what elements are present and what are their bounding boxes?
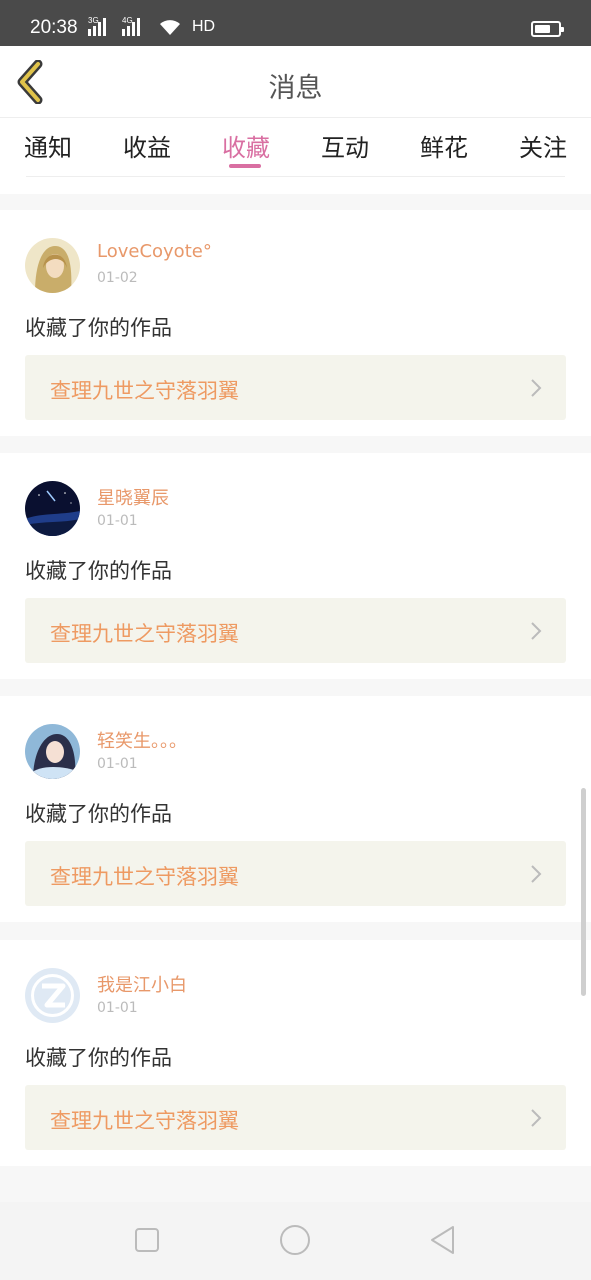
signal-icon: 4G [122, 16, 146, 36]
scrollbar[interactable] [581, 788, 586, 996]
work-title: 查理九世之守落羽翼 [50, 379, 239, 403]
tab-earnings[interactable]: 收益 [107, 128, 187, 163]
tab-bar: 通知 收益 收藏 互动 鲜花 关注 [0, 118, 591, 194]
chevron-right-icon [531, 622, 542, 640]
hd-label: HD [192, 18, 216, 35]
page-title: 消息 [268, 73, 323, 104]
system-nav-bar [0, 1202, 591, 1280]
work-title: 查理九世之守落羽翼 [50, 865, 239, 889]
chevron-right-icon [531, 379, 542, 397]
work-link[interactable]: 查理九世之守落羽翼 [25, 841, 566, 906]
list-item: LoveCoyote° 01-02 收藏了你的作品 查理九世之守落羽翼 [0, 210, 591, 436]
action-text: 收藏了你的作品 [25, 1046, 172, 1070]
wifi-icon [160, 20, 180, 35]
username[interactable]: 星晓翼辰 [97, 484, 169, 510]
divider [26, 176, 565, 177]
status-icons: 3G 4G HD [88, 16, 216, 36]
chevron-right-icon [531, 1109, 542, 1127]
work-title: 查理九世之守落羽翼 [50, 1109, 239, 1133]
action-text: 收藏了你的作品 [25, 802, 172, 826]
username[interactable]: LoveCoyote° [97, 241, 212, 262]
username[interactable]: 轻笑生。。。 [97, 727, 187, 753]
list-item: 轻笑生。。。 01-01 收藏了你的作品 查理九世之守落羽翼 [0, 696, 591, 922]
username[interactable]: 我是江小白 [97, 971, 187, 997]
action-text: 收藏了你的作品 [25, 559, 172, 583]
work-link[interactable]: 查理九世之守落羽翼 [25, 1085, 566, 1150]
timestamp: 01-02 [97, 270, 138, 286]
avatar[interactable] [25, 724, 80, 779]
status-bar: 20:38 3G 4G HD [0, 0, 591, 46]
signal-label: 4G [122, 16, 133, 25]
timestamp: 01-01 [97, 1000, 138, 1016]
header: 消息 [0, 46, 591, 118]
action-text: 收藏了你的作品 [25, 316, 172, 340]
work-title: 查理九世之守落羽翼 [50, 622, 239, 646]
avatar[interactable] [25, 968, 80, 1023]
tab-favorites[interactable]: 收藏 [206, 128, 286, 163]
tab-interactions[interactable]: 互动 [305, 128, 385, 163]
tab-notifications[interactable]: 通知 [8, 128, 88, 163]
triangle-back-icon[interactable] [427, 1224, 459, 1256]
circle-icon[interactable] [279, 1224, 311, 1256]
timestamp: 01-01 [97, 513, 138, 529]
list-item: 我是江小白 01-01 收藏了你的作品 查理九世之守落羽翼 [0, 940, 591, 1166]
square-icon[interactable] [131, 1224, 163, 1256]
work-link[interactable]: 查理九世之守落羽翼 [25, 598, 566, 663]
signal-icon: 3G [88, 16, 112, 36]
list-item: 星晓翼辰 01-01 收藏了你的作品 查理九世之守落羽翼 [0, 453, 591, 679]
avatar[interactable] [25, 238, 80, 293]
tab-flowers[interactable]: 鲜花 [404, 128, 484, 163]
timestamp: 01-01 [97, 756, 138, 772]
work-link[interactable]: 查理九世之守落羽翼 [25, 355, 566, 420]
status-time: 20:38 [30, 17, 78, 38]
active-tab-indicator [229, 164, 261, 168]
chevron-right-icon [531, 865, 542, 883]
signal-label: 3G [88, 16, 99, 25]
tab-following[interactable]: 关注 [503, 128, 583, 163]
battery-icon [531, 21, 564, 37]
avatar[interactable] [25, 481, 80, 536]
